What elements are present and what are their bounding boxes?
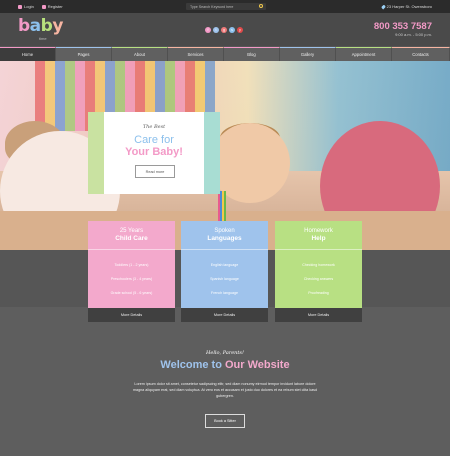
skype-icon[interactable]: s xyxy=(229,27,235,33)
register-link[interactable]: Register xyxy=(41,4,63,9)
read-more-button[interactable]: Read more xyxy=(135,165,175,178)
divider xyxy=(88,249,175,250)
logo-subtitle: time xyxy=(39,36,47,41)
map-pin-icon xyxy=(380,4,386,9)
page: Login Register Type Search Keyword here … xyxy=(0,0,450,456)
login-link[interactable]: Login xyxy=(18,4,34,9)
welcome-subtitle: Hello, Parents! xyxy=(206,350,244,356)
welcome-title-part1: Welcome to xyxy=(160,359,222,371)
login-label: Login xyxy=(24,4,34,9)
address: 23 Harper St. Owensboro xyxy=(380,0,432,13)
feature-item: English language xyxy=(210,263,239,267)
logo[interactable]: baby xyxy=(18,18,63,35)
nav-item-gallery[interactable]: Gallery xyxy=(280,47,336,61)
hero-title-line1: Care for xyxy=(134,134,174,146)
nav-item-blog[interactable]: Blog xyxy=(224,47,280,61)
feature-heading-bold: Help xyxy=(311,235,326,242)
feature-card-languages: Spoken Languages English language Spanis… xyxy=(181,221,268,322)
opening-hours: 9:00 a.m. - 5:00 p.m. xyxy=(395,32,432,37)
feature-body: 25 Years Child Care Toddlers (1 - 2 year… xyxy=(88,221,175,308)
logo-letter: a xyxy=(29,16,41,36)
feature-item: Checking answers xyxy=(303,277,334,281)
user-icon xyxy=(41,4,46,9)
feature-item: Toddlers (1 - 2 years) xyxy=(114,263,149,267)
welcome-title: Welcome to Our Website xyxy=(0,359,450,371)
feature-body: Spoken Languages English language Spanis… xyxy=(181,221,268,308)
googleplus-icon[interactable]: g xyxy=(221,27,227,33)
feature-item: Proofreading xyxy=(308,291,329,295)
logo-letter: b xyxy=(18,16,30,36)
search-input[interactable]: Type Search Keyword here xyxy=(186,3,266,10)
welcome-title-part2: Our Website xyxy=(225,359,290,371)
logo-letter: y xyxy=(52,16,63,36)
nav-item-about[interactable]: About xyxy=(112,47,168,61)
feature-card-child-care: 25 Years Child Care Toddlers (1 - 2 year… xyxy=(88,221,175,322)
phone-number[interactable]: 800 353 7587 xyxy=(374,21,432,32)
search-icon[interactable] xyxy=(259,4,263,8)
feature-item: Checking homework xyxy=(302,263,335,267)
register-label: Register xyxy=(47,4,63,9)
address-text: 23 Harper St. Owensboro xyxy=(386,4,432,9)
hero-title-line2: Your Baby! xyxy=(125,146,183,158)
top-bar: Login Register Type Search Keyword here … xyxy=(0,0,450,13)
feature-item: Grade school (5 - 6 years) xyxy=(110,291,153,295)
account-links: Login Register xyxy=(0,4,63,9)
feature-body: Homework Help Checking homework Checking… xyxy=(275,221,362,308)
logo-letter: b xyxy=(40,16,53,36)
main-nav: Home Pages About Services Blog Gallery A… xyxy=(0,47,450,61)
search-placeholder: Type Search Keyword here xyxy=(190,4,234,9)
feature-card-homework: Homework Help Checking homework Checking… xyxy=(275,221,362,322)
nav-item-home[interactable]: Home xyxy=(0,47,56,61)
youtube-icon[interactable]: y xyxy=(237,27,243,33)
twitter-icon[interactable]: t xyxy=(213,27,219,33)
hero-promo-card: The Best Care for Your Baby! Read more xyxy=(88,112,220,194)
social-links: f t g s y xyxy=(205,27,243,33)
nav-item-services[interactable]: Services xyxy=(168,47,224,61)
facebook-icon[interactable]: f xyxy=(205,27,211,33)
more-details-button[interactable]: More Details xyxy=(181,308,268,322)
header: baby time f t g s y 800 353 7587 9:00 a.… xyxy=(0,13,450,46)
more-details-button[interactable]: More Details xyxy=(275,308,362,322)
welcome-text: Lorem ipsum dolor sit amet, consetetur s… xyxy=(132,382,318,398)
divider xyxy=(181,249,268,250)
nav-item-pages[interactable]: Pages xyxy=(56,47,112,61)
book-sitter-button[interactable]: Book a Sitter xyxy=(205,414,245,428)
lock-icon xyxy=(18,4,22,9)
feature-heading: 25 Years xyxy=(119,228,144,234)
nav-item-appointment[interactable]: Appointment xyxy=(336,47,392,61)
hero-subtitle: The Best xyxy=(142,124,166,130)
feature-heading: Spoken xyxy=(214,228,235,234)
feature-item: Spanish language xyxy=(210,277,239,281)
more-details-button[interactable]: More Details xyxy=(88,308,175,322)
divider xyxy=(275,249,362,250)
feature-item: French language xyxy=(211,291,238,295)
nav-item-contacts[interactable]: Contacts xyxy=(392,47,450,61)
feature-heading-bold: Languages xyxy=(207,235,242,242)
feature-heading-bold: Child Care xyxy=(115,235,148,242)
feature-heading: Homework xyxy=(304,228,333,234)
feature-item: Preschoolers (3 - 4 years) xyxy=(110,277,153,281)
